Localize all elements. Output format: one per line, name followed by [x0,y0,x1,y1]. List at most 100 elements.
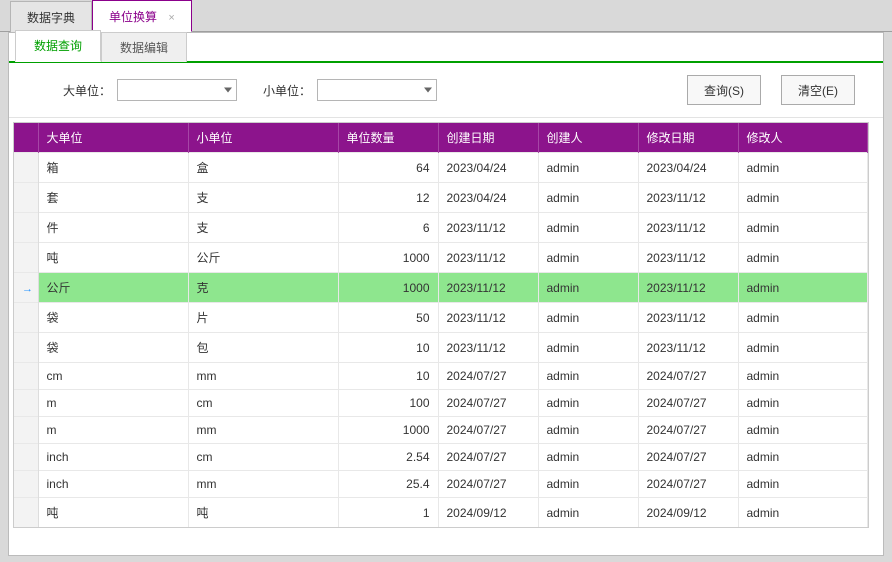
row-gutter[interactable] [14,153,38,183]
cell-small-unit[interactable]: 克 [188,273,338,303]
row-gutter[interactable]: → [14,273,38,303]
cell-qty[interactable]: 100 [338,390,438,417]
close-icon[interactable]: × [168,12,174,24]
col-header-qty[interactable]: 单位数量 [338,123,438,153]
inner-tab-edit[interactable]: 数据编辑 [101,32,187,62]
cell-small-unit[interactable]: 包 [188,333,338,363]
cell-big-unit[interactable]: 公斤 [38,273,188,303]
cell-small-unit[interactable]: 支 [188,213,338,243]
table-row[interactable]: mcm1002024/07/27admin2024/07/27admin [14,390,868,417]
top-tab-unit-conversion[interactable]: 单位换算 × [92,0,192,32]
row-gutter[interactable] [14,417,38,444]
cell-big-unit[interactable]: 袋 [38,303,188,333]
col-header-modifier[interactable]: 修改人 [738,123,868,153]
col-header-big-unit[interactable]: 大单位 [38,123,188,153]
row-gutter[interactable] [14,213,38,243]
row-gutter[interactable] [14,498,38,528]
cell-create-date[interactable]: 2023/11/12 [438,303,538,333]
cell-creator[interactable]: admin [538,471,638,498]
cell-modify-date[interactable]: 2023/11/12 [638,183,738,213]
inner-tab-query[interactable]: 数据查询 [15,30,101,62]
cell-modify-date[interactable]: 2023/11/12 [638,273,738,303]
row-gutter[interactable] [14,183,38,213]
table-row[interactable]: →公斤克10002023/11/12admin2023/11/12admin [14,273,868,303]
row-gutter[interactable] [14,471,38,498]
cell-modify-date[interactable]: 2023/11/12 [638,243,738,273]
col-header-modify-date[interactable]: 修改日期 [638,123,738,153]
cell-creator[interactable]: admin [538,417,638,444]
cell-small-unit[interactable]: 片 [188,303,338,333]
cell-qty[interactable]: 6 [338,213,438,243]
table-row[interactable]: inchmm25.42024/07/27admin2024/07/27admin [14,471,868,498]
row-gutter[interactable] [14,363,38,390]
cell-create-date[interactable]: 2023/11/12 [438,273,538,303]
cell-big-unit[interactable]: cm [38,363,188,390]
cell-small-unit[interactable]: 公斤 [188,243,338,273]
big-unit-combo[interactable] [117,79,237,101]
cell-small-unit[interactable]: mm [188,471,338,498]
cell-modify-date[interactable]: 2024/07/27 [638,390,738,417]
table-row[interactable]: cmmm102024/07/27admin2024/07/27admin [14,363,868,390]
cell-small-unit[interactable]: cm [188,444,338,471]
cell-creator[interactable]: admin [538,183,638,213]
cell-qty[interactable]: 2.54 [338,444,438,471]
cell-creator[interactable]: admin [538,243,638,273]
cell-creator[interactable]: admin [538,390,638,417]
cell-create-date[interactable]: 2024/07/27 [438,471,538,498]
cell-creator[interactable]: admin [538,303,638,333]
row-gutter[interactable] [14,333,38,363]
table-row[interactable]: 件支62023/11/12admin2023/11/12admin [14,213,868,243]
cell-modifier[interactable]: admin [738,363,868,390]
cell-creator[interactable]: admin [538,273,638,303]
cell-big-unit[interactable]: 件 [38,213,188,243]
cell-create-date[interactable]: 2023/11/12 [438,333,538,363]
cell-big-unit[interactable]: m [38,417,188,444]
cell-qty[interactable]: 1000 [338,273,438,303]
cell-qty[interactable]: 10 [338,333,438,363]
cell-modify-date[interactable]: 2024/07/27 [638,444,738,471]
cell-modify-date[interactable]: 2023/11/12 [638,333,738,363]
cell-create-date[interactable]: 2023/11/12 [438,213,538,243]
cell-create-date[interactable]: 2023/04/24 [438,183,538,213]
cell-create-date[interactable]: 2023/11/12 [438,243,538,273]
cell-big-unit[interactable]: 套 [38,183,188,213]
cell-create-date[interactable]: 2024/07/27 [438,417,538,444]
cell-modifier[interactable]: admin [738,333,868,363]
cell-small-unit[interactable]: mm [188,363,338,390]
cell-creator[interactable]: admin [538,153,638,183]
cell-modifier[interactable]: admin [738,213,868,243]
cell-modifier[interactable]: admin [738,471,868,498]
cell-qty[interactable]: 50 [338,303,438,333]
cell-modifier[interactable]: admin [738,303,868,333]
cell-creator[interactable]: admin [538,363,638,390]
cell-modifier[interactable]: admin [738,417,868,444]
col-header-create-date[interactable]: 创建日期 [438,123,538,153]
cell-small-unit[interactable]: 盒 [188,153,338,183]
cell-creator[interactable]: admin [538,333,638,363]
small-unit-input[interactable] [318,80,436,100]
cell-creator[interactable]: admin [538,498,638,528]
cell-modifier[interactable]: admin [738,243,868,273]
cell-big-unit[interactable]: inch [38,471,188,498]
cell-modify-date[interactable]: 2023/04/24 [638,153,738,183]
table-row[interactable]: 袋片502023/11/12admin2023/11/12admin [14,303,868,333]
data-grid[interactable]: 大单位 小单位 单位数量 创建日期 创建人 修改日期 修改人 箱盒642023/… [13,122,869,528]
cell-big-unit[interactable]: 吨 [38,498,188,528]
cell-create-date[interactable]: 2024/09/12 [438,498,538,528]
cell-qty[interactable]: 25.4 [338,471,438,498]
col-header-small-unit[interactable]: 小单位 [188,123,338,153]
table-row[interactable]: 吨吨12024/09/12admin2024/09/12admin [14,498,868,528]
cell-qty[interactable]: 1000 [338,417,438,444]
cell-create-date[interactable]: 2023/04/24 [438,153,538,183]
cell-modifier[interactable]: admin [738,390,868,417]
cell-create-date[interactable]: 2024/07/27 [438,390,538,417]
clear-button[interactable]: 清空(E) [781,75,855,105]
cell-qty[interactable]: 1000 [338,243,438,273]
row-gutter[interactable] [14,390,38,417]
cell-modifier[interactable]: admin [738,153,868,183]
cell-creator[interactable]: admin [538,213,638,243]
cell-qty[interactable]: 10 [338,363,438,390]
cell-small-unit[interactable]: 支 [188,183,338,213]
cell-modify-date[interactable]: 2024/09/12 [638,498,738,528]
cell-small-unit[interactable]: mm [188,417,338,444]
